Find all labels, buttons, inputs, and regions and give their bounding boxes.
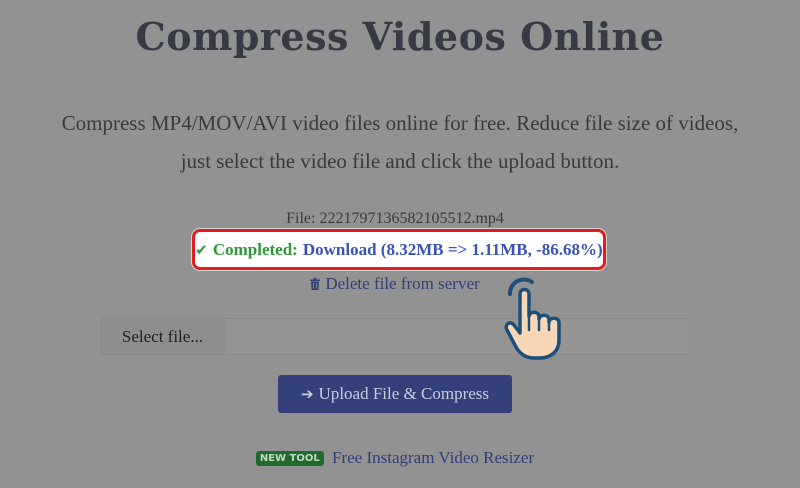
- page-title: Compress Videos Online: [135, 14, 665, 59]
- delete-file-label: Delete file from server: [325, 274, 480, 293]
- delete-file-link[interactable]: Delete file from server: [0, 274, 790, 294]
- new-tool-promo: NEW TOOL Free Instagram Video Resizer: [0, 448, 790, 468]
- select-file-button[interactable]: Select file...: [101, 319, 225, 354]
- description-line-2: just select the video file and click the…: [180, 149, 620, 173]
- description-line-1: Compress MP4/MOV/AVI video files online …: [61, 111, 739, 135]
- arrow-right-icon: ➔: [300, 385, 314, 403]
- check-icon: ✔: [195, 240, 208, 259]
- instagram-resizer-link[interactable]: Free Instagram Video Resizer: [332, 448, 534, 467]
- trash-icon: [310, 278, 321, 290]
- selected-file-field[interactable]: [225, 319, 689, 354]
- page-description: Compress MP4/MOV/AVI video files online …: [30, 104, 770, 180]
- page: Compress Videos Online Compress MP4/MOV/…: [0, 0, 800, 488]
- upload-compress-button[interactable]: ➔ Upload File & Compress: [278, 375, 512, 413]
- download-link[interactable]: Download (8.32MB => 1.11MB, -86.68%): [303, 240, 603, 260]
- upload-button-label: Upload File & Compress: [318, 384, 490, 403]
- file-picker[interactable]: Select file...: [100, 318, 690, 355]
- completed-label: Completed:: [212, 239, 298, 259]
- new-tool-badge: NEW TOOL: [255, 451, 324, 466]
- completed-status-highlight: ✔ Completed: Download (8.32MB => 1.11MB,…: [192, 229, 606, 270]
- pointing-hand-icon: [504, 277, 561, 360]
- file-name-label: File: 2221797136582105512.mp4: [286, 210, 504, 227]
